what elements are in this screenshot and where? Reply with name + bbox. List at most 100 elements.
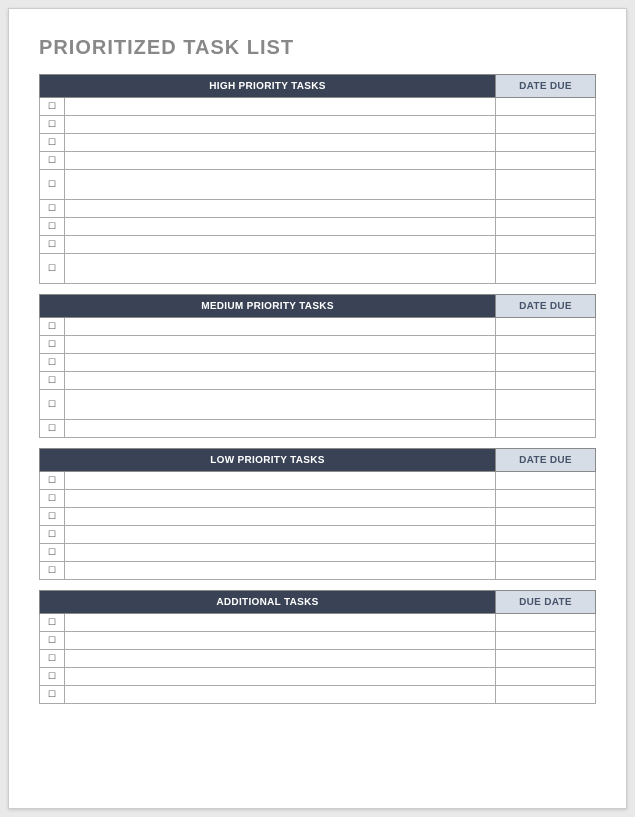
- task-checkbox[interactable]: ☐: [39, 632, 65, 650]
- task-date-cell[interactable]: [496, 562, 596, 580]
- task-checkbox[interactable]: ☐: [39, 170, 65, 200]
- task-date-cell[interactable]: [496, 650, 596, 668]
- task-text-cell[interactable]: [65, 98, 496, 116]
- checkbox-icon: ☐: [48, 102, 56, 111]
- task-date-cell[interactable]: [496, 354, 596, 372]
- task-text-cell[interactable]: [65, 236, 496, 254]
- task-date-cell[interactable]: [496, 372, 596, 390]
- task-text-cell[interactable]: [65, 614, 496, 632]
- task-date-cell[interactable]: [496, 420, 596, 438]
- task-checkbox[interactable]: ☐: [39, 686, 65, 704]
- task-text-cell[interactable]: [65, 152, 496, 170]
- task-text-cell[interactable]: [65, 354, 496, 372]
- task-checkbox[interactable]: ☐: [39, 420, 65, 438]
- task-date-cell[interactable]: [496, 508, 596, 526]
- section-date-header: DATE DUE: [496, 448, 596, 472]
- checkbox-icon: ☐: [48, 530, 56, 539]
- task-checkbox[interactable]: ☐: [39, 152, 65, 170]
- task-text-cell[interactable]: [65, 508, 496, 526]
- task-checkbox[interactable]: ☐: [39, 668, 65, 686]
- task-text-cell[interactable]: [65, 686, 496, 704]
- task-checkbox[interactable]: ☐: [39, 490, 65, 508]
- task-date-cell[interactable]: [496, 318, 596, 336]
- task-row: ☐: [39, 170, 596, 200]
- task-text-cell[interactable]: [65, 650, 496, 668]
- section-rows: ☐☐☐☐☐☐: [39, 318, 596, 438]
- task-checkbox[interactable]: ☐: [39, 562, 65, 580]
- task-checkbox[interactable]: ☐: [39, 650, 65, 668]
- task-text-cell[interactable]: [65, 472, 496, 490]
- task-date-cell[interactable]: [496, 686, 596, 704]
- task-date-cell[interactable]: [496, 152, 596, 170]
- task-date-cell[interactable]: [496, 254, 596, 284]
- checkbox-icon: ☐: [48, 690, 56, 699]
- task-row: ☐: [39, 336, 596, 354]
- task-date-cell[interactable]: [496, 236, 596, 254]
- task-text-cell[interactable]: [65, 544, 496, 562]
- task-checkbox[interactable]: ☐: [39, 218, 65, 236]
- task-checkbox[interactable]: ☐: [39, 254, 65, 284]
- section-rows: ☐ ☐ ☐ ☐ ☐: [39, 614, 596, 704]
- task-date-cell[interactable]: [496, 200, 596, 218]
- task-text-cell[interactable]: [65, 632, 496, 650]
- task-text-cell[interactable]: [65, 200, 496, 218]
- task-checkbox[interactable]: ☐: [39, 134, 65, 152]
- task-text-cell[interactable]: [65, 372, 496, 390]
- task-date-cell[interactable]: [496, 218, 596, 236]
- task-date-cell[interactable]: [496, 98, 596, 116]
- task-date-cell[interactable]: [496, 526, 596, 544]
- task-checkbox[interactable]: ☐: [39, 614, 65, 632]
- task-text-cell[interactable]: [65, 218, 496, 236]
- task-checkbox[interactable]: ☐: [39, 508, 65, 526]
- task-checkbox[interactable]: ☐: [39, 236, 65, 254]
- task-checkbox[interactable]: ☐: [39, 354, 65, 372]
- task-text-cell[interactable]: [65, 562, 496, 580]
- task-checkbox[interactable]: ☐: [39, 116, 65, 134]
- task-text-cell[interactable]: [65, 490, 496, 508]
- task-checkbox[interactable]: ☐: [39, 390, 65, 420]
- task-checkbox[interactable]: ☐: [39, 200, 65, 218]
- task-checkbox[interactable]: ☐: [39, 98, 65, 116]
- task-date-cell[interactable]: [496, 336, 596, 354]
- task-text-cell[interactable]: [65, 116, 496, 134]
- section-date-header: DUE DATE: [496, 590, 596, 614]
- task-date-cell[interactable]: [496, 490, 596, 508]
- task-text-cell[interactable]: [65, 170, 496, 200]
- task-checkbox[interactable]: ☐: [39, 318, 65, 336]
- task-date-cell[interactable]: [496, 614, 596, 632]
- task-text-cell[interactable]: [65, 390, 496, 420]
- task-date-cell[interactable]: [496, 472, 596, 490]
- checkbox-icon: ☐: [48, 654, 56, 663]
- task-row: ☐: [39, 562, 596, 580]
- task-date-cell[interactable]: [496, 134, 596, 152]
- task-row: ☐: [39, 390, 596, 420]
- task-row: ☐: [39, 650, 596, 668]
- section-header: HIGH PRIORITY TASKSDATE DUE: [39, 74, 596, 98]
- task-text-cell[interactable]: [65, 318, 496, 336]
- task-row: ☐: [39, 544, 596, 562]
- task-text-cell[interactable]: [65, 336, 496, 354]
- task-date-cell[interactable]: [496, 116, 596, 134]
- task-text-cell[interactable]: [65, 420, 496, 438]
- task-date-cell[interactable]: [496, 544, 596, 562]
- task-checkbox[interactable]: ☐: [39, 544, 65, 562]
- task-text-cell[interactable]: [65, 254, 496, 284]
- checkbox-icon: ☐: [48, 222, 56, 231]
- checkbox-icon: ☐: [48, 156, 56, 165]
- task-text-cell[interactable]: [65, 668, 496, 686]
- task-row: ☐: [39, 152, 596, 170]
- task-date-cell[interactable]: [496, 632, 596, 650]
- checkbox-icon: ☐: [48, 494, 56, 503]
- task-date-cell[interactable]: [496, 170, 596, 200]
- task-date-cell[interactable]: [496, 390, 596, 420]
- page-title: PRIORITIZED TASK LIST: [39, 37, 596, 60]
- task-date-cell[interactable]: [496, 668, 596, 686]
- task-checkbox[interactable]: ☐: [39, 336, 65, 354]
- checkbox-icon: ☐: [48, 618, 56, 627]
- task-text-cell[interactable]: [65, 526, 496, 544]
- task-text-cell[interactable]: [65, 134, 496, 152]
- task-checkbox[interactable]: ☐: [39, 372, 65, 390]
- checkbox-icon: ☐: [48, 358, 56, 367]
- task-checkbox[interactable]: ☐: [39, 526, 65, 544]
- task-checkbox[interactable]: ☐: [39, 472, 65, 490]
